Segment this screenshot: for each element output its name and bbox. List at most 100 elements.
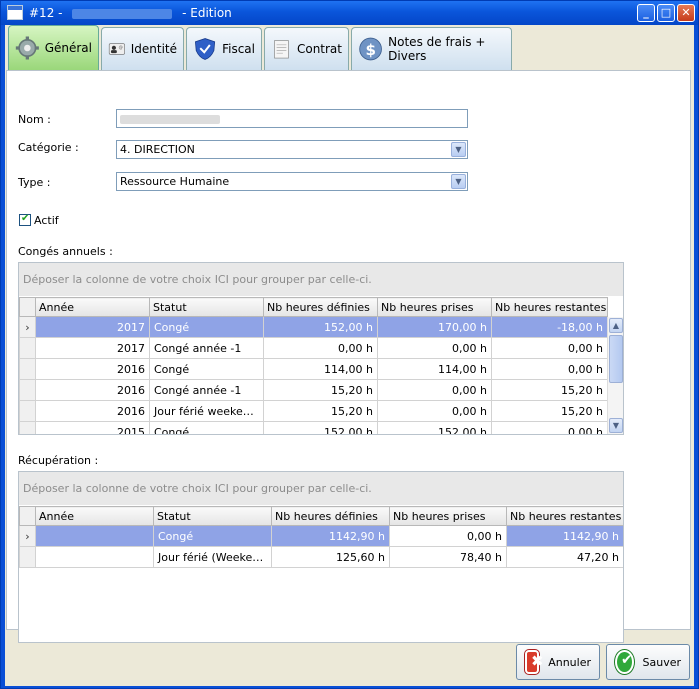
recup-group-area[interactable]: Déposer la colonne de votre choix ICI po…: [19, 472, 623, 505]
table-cell[interactable]: Jour férié weekend...: [149, 400, 264, 422]
table-cell[interactable]: 125,60 h: [271, 546, 390, 568]
table-cell[interactable]: Congé année -1: [149, 379, 264, 401]
categorie-select[interactable]: 4. DIRECTION ▼: [116, 140, 468, 159]
table-cell[interactable]: 47,20 h: [506, 546, 623, 568]
title-suffix: - Edition: [182, 6, 232, 20]
row-indicator[interactable]: [19, 337, 36, 359]
table-cell[interactable]: 1142,90 h: [271, 525, 390, 547]
table-row[interactable]: 2016 Congé année -1 15,20 h 0,00 h 15,20 h: [19, 379, 608, 401]
row-indicator[interactable]: ›: [19, 316, 36, 338]
chevron-down-icon[interactable]: ▼: [451, 174, 466, 189]
table-cell[interactable]: 0,00 h: [377, 337, 492, 359]
table-cell[interactable]: Congé année -1: [149, 337, 264, 359]
recup-table: Année Statut Nb heures définies Nb heures p…: [19, 506, 623, 568]
tab-identite-label: Identité: [130, 42, 177, 56]
table-row[interactable]: › Congé 1142,90 h 0,00 h 1142,90 h: [19, 525, 623, 547]
column-header[interactable]: Année: [35, 506, 154, 526]
table-cell[interactable]: 0,00 h: [491, 358, 608, 380]
table-cell[interactable]: 2017: [35, 337, 150, 359]
column-header[interactable]: Statut: [149, 297, 264, 317]
actif-checkbox[interactable]: [19, 213, 31, 226]
table-cell[interactable]: 114,00 h: [377, 358, 492, 380]
table-cell[interactable]: Congé: [149, 316, 264, 338]
table-cell[interactable]: 0,00 h: [377, 379, 492, 401]
row-indicator[interactable]: [19, 379, 36, 401]
table-cell[interactable]: [35, 525, 154, 547]
nom-label: Nom :: [18, 113, 51, 126]
nom-input[interactable]: [116, 109, 468, 128]
table-cell[interactable]: 1142,90 h: [506, 525, 623, 547]
table-cell[interactable]: 2015: [35, 421, 150, 434]
tab-fiscal[interactable]: Fiscal: [186, 27, 262, 70]
close-button[interactable]: ✕: [677, 4, 695, 22]
table-row[interactable]: 2016 Jour férié weekend... 15,20 h 0,00 h 15…: [19, 400, 608, 422]
table-cell[interactable]: 0,00 h: [263, 337, 378, 359]
row-indicator[interactable]: [19, 421, 36, 434]
column-header[interactable]: Nb heures prises: [389, 506, 507, 526]
column-header[interactable]: Nb heures prises: [377, 297, 492, 317]
table-cell[interactable]: 2016: [35, 358, 150, 380]
scroll-down-icon[interactable]: ▼: [609, 418, 623, 433]
maximize-button[interactable]: □: [657, 4, 675, 22]
title-bar[interactable]: #12 - - Edition _ □ ✕: [1, 1, 698, 25]
tab-notes-de-frais[interactable]: $ Notes de frais + Divers: [351, 27, 512, 70]
table-cell[interactable]: 15,20 h: [263, 400, 378, 422]
table-cell[interactable]: 152,00 h: [263, 421, 378, 434]
scroll-thumb[interactable]: [609, 335, 623, 383]
table-cell[interactable]: [35, 546, 154, 568]
table-row[interactable]: 2017 Congé année -1 0,00 h 0,00 h 0,00 h: [19, 337, 608, 359]
table-cell[interactable]: 2017: [35, 316, 150, 338]
column-header[interactable]: Nb heures définies: [263, 297, 378, 317]
table-cell[interactable]: Congé: [149, 358, 264, 380]
column-header[interactable]: Année: [35, 297, 150, 317]
table-row[interactable]: Jour férié (Weekend) 125,60 h 78,40 h 47,20…: [19, 546, 623, 568]
recup-section-label: Récupération :: [18, 454, 99, 467]
table-row[interactable]: 2016 Congé 114,00 h 114,00 h 0,00 h: [19, 358, 608, 380]
tab-identite[interactable]: @ Identité: [101, 27, 184, 70]
row-indicator[interactable]: [19, 546, 36, 568]
table-cell[interactable]: 15,20 h: [263, 379, 378, 401]
row-indicator[interactable]: ›: [19, 525, 36, 547]
table-cell[interactable]: 152,00 h: [263, 316, 378, 338]
scroll-up-icon[interactable]: ▲: [609, 318, 623, 333]
table-cell[interactable]: 0,00 h: [377, 400, 492, 422]
cancel-button[interactable]: Annuler: [516, 644, 600, 680]
tab-contrat[interactable]: Contrat: [264, 27, 349, 70]
gear-icon: [15, 36, 39, 60]
table-cell[interactable]: 152,00 h: [377, 421, 492, 434]
column-header[interactable]: Statut: [153, 506, 272, 526]
table-cell[interactable]: 15,20 h: [491, 400, 608, 422]
row-indicator[interactable]: [19, 400, 36, 422]
table-cell[interactable]: 2016: [35, 400, 150, 422]
categorie-value: 4. DIRECTION: [120, 143, 195, 156]
conges-scrollbar[interactable]: ▲ ▼: [607, 317, 623, 434]
table-cell[interactable]: 170,00 h: [377, 316, 492, 338]
save-button[interactable]: Sauver: [606, 644, 690, 680]
table-cell[interactable]: 0,00 h: [389, 525, 507, 547]
table-cell[interactable]: 0,00 h: [491, 337, 608, 359]
recup-grid: Déposer la colonne de votre choix ICI po…: [18, 471, 624, 643]
tab-general-label: Général: [44, 41, 92, 55]
table-row[interactable]: › 2017 Congé 152,00 h 170,00 h -18,00 h: [19, 316, 608, 338]
table-cell[interactable]: 78,40 h: [389, 546, 507, 568]
column-header[interactable]: Nb heures restantes: [506, 506, 623, 526]
minimize-button[interactable]: _: [637, 4, 655, 22]
table-cell[interactable]: Congé: [153, 525, 272, 547]
table-cell[interactable]: 0,00 h: [491, 421, 608, 434]
title-prefix: #12 -: [29, 6, 63, 20]
type-select[interactable]: Ressource Humaine ▼: [116, 172, 468, 191]
table-cell[interactable]: Congé: [149, 421, 264, 434]
table-cell[interactable]: 2016: [35, 379, 150, 401]
table-cell[interactable]: -18,00 h: [491, 316, 608, 338]
table-row[interactable]: 2015 Congé 152,00 h 152,00 h 0,00 h: [19, 421, 608, 434]
column-header[interactable]: Nb heures restantes: [491, 297, 608, 317]
tab-general[interactable]: Général: [8, 25, 99, 70]
row-indicator[interactable]: [19, 358, 36, 380]
table-cell[interactable]: Jour férié (Weekend): [153, 546, 272, 568]
conges-group-area[interactable]: Déposer la colonne de votre choix ICI po…: [19, 263, 623, 296]
table-cell[interactable]: 114,00 h: [263, 358, 378, 380]
column-header[interactable]: Nb heures définies: [271, 506, 390, 526]
cancel-label: Annuler: [548, 655, 591, 669]
chevron-down-icon[interactable]: ▼: [451, 142, 466, 157]
table-cell[interactable]: 15,20 h: [491, 379, 608, 401]
